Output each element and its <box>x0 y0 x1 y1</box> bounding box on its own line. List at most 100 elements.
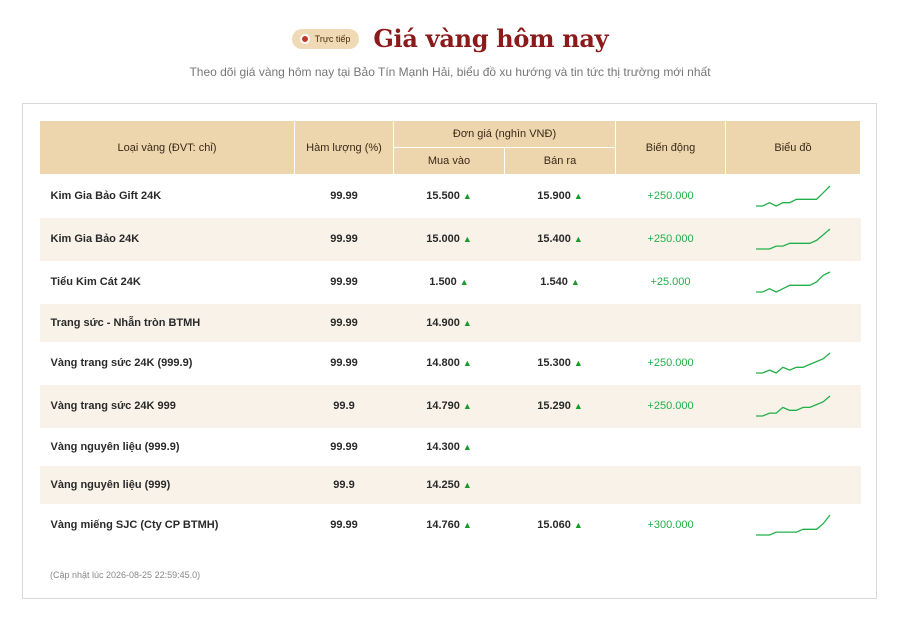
cell-purity: 99.99 <box>295 428 394 466</box>
cell-purity: 99.99 <box>295 261 394 304</box>
cell-chart[interactable] <box>726 504 861 547</box>
purity-value: 99.99 <box>330 519 358 531</box>
header-change: Biến động <box>615 120 727 175</box>
buy-price: 14.800 <box>426 357 460 369</box>
change-value: +250.000 <box>647 357 694 369</box>
up-arrow-icon: ▲ <box>462 441 472 452</box>
live-dot-icon <box>299 33 310 44</box>
gold-type-label: Kim Gia Bảo 24K <box>50 233 140 245</box>
cell-buy: 15.500 ▲ <box>394 175 505 218</box>
table-row: Vàng trang sức 24K 999 99.9 14.790 ▲ 15.290 ▲… <box>39 384 861 428</box>
cell-purity: 99.99 <box>294 217 394 261</box>
cell-buy: 14.900 ▲ <box>393 303 505 342</box>
trend-sparkline[interactable] <box>754 227 832 251</box>
trend-sparkline[interactable] <box>754 184 832 208</box>
purity-value: 99.99 <box>330 276 358 288</box>
gold-type-label: Vàng miếng SJC (Cty CP BTMH) <box>50 519 219 531</box>
trend-sparkline[interactable] <box>754 513 832 537</box>
up-arrow-icon: ▲ <box>462 191 472 202</box>
table-row: Vàng nguyên liệu (999.9) 99.99 14.300 ▲ <box>40 428 861 466</box>
table-row: Vàng miếng SJC (Cty CP BTMH) 99.99 14.760 ▲… <box>40 504 861 547</box>
table-row: Vàng nguyên liệu (999) 99.9 14.250 ▲ <box>39 465 861 504</box>
cell-name: Kim Gia Bảo 24K <box>39 217 295 261</box>
cell-chart[interactable] <box>725 384 861 428</box>
header-buy: Mua vào <box>393 147 505 175</box>
up-arrow-icon: ▲ <box>459 277 469 287</box>
gold-type-label: Tiểu Kim Cát 24K <box>50 276 141 288</box>
trend-sparkline[interactable] <box>754 270 832 294</box>
change-value: +250.000 <box>647 190 694 203</box>
header-chart: Biểu đồ <box>725 120 862 175</box>
header-type: Loại vàng (ĐVT: chỉ) <box>39 120 295 175</box>
gold-price-table: Loại vàng (ĐVT: chỉ) Hàm lượng (%) Đơn g… <box>39 120 862 547</box>
cell-change: +300.000 <box>616 504 726 547</box>
trend-line <box>756 271 831 293</box>
cell-change <box>616 428 726 466</box>
cell-sell: 15.060 ▲ <box>505 504 616 547</box>
trend-line <box>756 352 831 374</box>
cell-buy: 14.250 ▲ <box>393 465 505 504</box>
sell-price: 15.290 <box>537 400 571 412</box>
purity-value: 99.99 <box>330 440 358 453</box>
up-arrow-icon: ▲ <box>462 234 472 244</box>
sell-price: 15.400 <box>537 233 571 245</box>
purity-value: 99.9 <box>333 478 355 491</box>
cell-name: Vàng miếng SJC (Cty CP BTMH) <box>40 504 295 547</box>
up-arrow-icon: ▲ <box>462 317 472 328</box>
purity-value: 99.9 <box>333 400 355 412</box>
cell-name: Vàng nguyên liệu (999) <box>39 465 295 504</box>
cell-chart <box>725 465 861 504</box>
cell-name: Vàng trang sức 24K 999 <box>39 384 295 428</box>
cell-chart[interactable] <box>725 217 861 261</box>
buy-price: 14.300 <box>426 440 460 453</box>
gold-type-label: Vàng trang sức 24K 999 <box>50 400 176 412</box>
cell-name: Vàng nguyên liệu (999.9) <box>40 428 295 466</box>
update-timestamp: (Cập nhật lúc 2026-08-25 22:59:45.0) <box>50 570 201 580</box>
cell-sell: 15.900 ▲ <box>505 175 616 218</box>
up-arrow-icon: ▲ <box>573 520 583 530</box>
gold-type-label: Vàng nguyên liệu (999) <box>50 478 171 491</box>
trend-line <box>756 395 831 417</box>
header-unit-price: Đơn giá (nghìn VNĐ) <box>392 120 617 148</box>
sell-price: 15.900 <box>537 190 571 203</box>
cell-sell: 15.300 ▲ <box>505 342 616 385</box>
up-arrow-icon: ▲ <box>573 358 583 368</box>
up-arrow-icon: ▲ <box>573 191 583 202</box>
cell-name: Kim Gia Bảo Gift 24K <box>40 175 295 218</box>
cell-chart[interactable] <box>726 175 861 218</box>
change-value: +250.000 <box>647 233 694 245</box>
trend-line <box>756 228 831 250</box>
buy-price: 14.900 <box>426 316 460 329</box>
change-value: +250.000 <box>647 400 694 412</box>
cell-buy: 14.300 ▲ <box>394 428 505 466</box>
buy-price: 15.500 <box>426 190 460 203</box>
buy-price: 1.500 <box>429 276 457 288</box>
purity-value: 99.99 <box>330 316 358 329</box>
up-arrow-icon: ▲ <box>573 234 583 244</box>
cell-purity: 99.9 <box>294 465 394 504</box>
cell-sell: 15.290 ▲ <box>504 384 616 428</box>
live-label: Trực tiếp <box>314 33 351 44</box>
trend-sparkline[interactable] <box>754 351 832 375</box>
cell-change: +250.000 <box>616 342 726 385</box>
live-badge: Trực tiếp <box>291 28 360 49</box>
table-row: Kim Gia Bảo Gift 24K 99.99 15.500 ▲ 15.900 ▲ +… <box>40 175 861 218</box>
cell-name: Tiểu Kim Cát 24K <box>40 261 295 304</box>
gold-type-label: Kim Gia Bảo Gift 24K <box>50 190 162 203</box>
purity-value: 99.99 <box>330 233 358 245</box>
cell-chart[interactable] <box>726 342 861 385</box>
trend-line <box>756 514 831 536</box>
cell-sell <box>504 465 616 504</box>
table-row: Vàng trang sức 24K (999.9) 99.99 14.800 ▲ 15… <box>40 342 861 385</box>
cell-sell: 1.540 ▲ <box>505 261 616 304</box>
buy-price: 14.760 <box>426 519 460 531</box>
page-header: Trực tiếp Giá vàng hôm nay <box>0 24 900 53</box>
trend-sparkline[interactable] <box>754 394 832 418</box>
cell-chart <box>726 428 861 466</box>
header-sell: Bán ra <box>503 147 617 175</box>
change-value: +300.000 <box>647 519 694 531</box>
cell-chart[interactable] <box>726 261 861 304</box>
cell-purity: 99.99 <box>295 504 394 547</box>
cell-purity: 99.99 <box>294 303 394 342</box>
sell-price: 15.300 <box>537 357 571 369</box>
